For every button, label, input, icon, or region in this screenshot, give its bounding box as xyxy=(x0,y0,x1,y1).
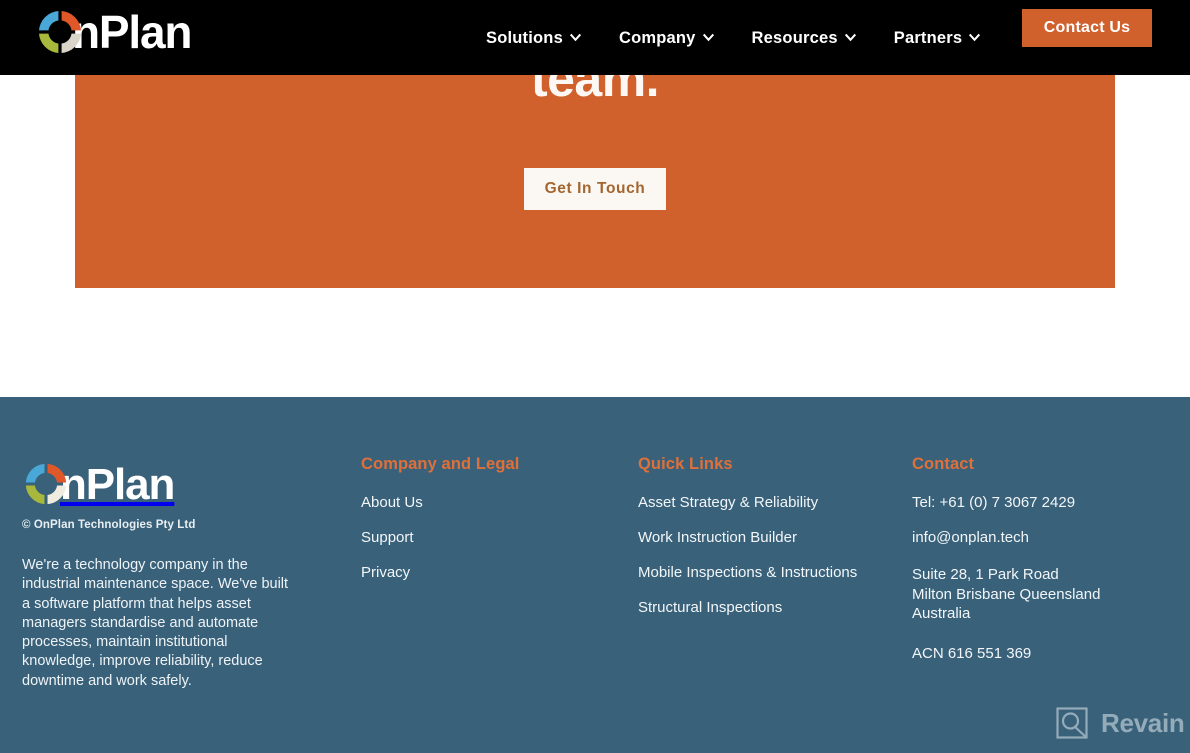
footer-column-quick-links: Quick Links Asset Strategy & Reliability… xyxy=(638,455,888,635)
footer-description: We're a technology company in the indust… xyxy=(22,557,289,689)
revain-logo-icon xyxy=(1055,706,1089,740)
footer-acn-number: ACN 616 551 369 xyxy=(912,644,1032,662)
page-root: nPlan Solutions Company Resources Partne… xyxy=(0,0,1190,753)
footer-column-title: Company and Legal xyxy=(361,455,520,473)
footer-link-support[interactable]: Support xyxy=(361,530,591,545)
nav-item-label: Partners xyxy=(893,29,963,48)
nav-item-label: Solutions xyxy=(486,29,563,48)
header-logo-wordmark: nPlan xyxy=(72,6,192,58)
footer-link-asset-strategy-reliability[interactable]: Asset Strategy & Reliability xyxy=(638,495,888,510)
chevron-down-icon xyxy=(569,32,581,43)
footer-column-contact: Contact Tel: +61 (0) 7 3067 2429 info@on… xyxy=(912,455,1152,683)
footer-column-company-and-legal: Company and Legal About Us Support Priva… xyxy=(361,455,591,600)
footer-column-title: Quick Links xyxy=(638,455,733,473)
footer-link-privacy[interactable]: Privacy xyxy=(361,565,591,580)
footer-postal-address: Suite 28, 1 Park Road Milton Brisbane Qu… xyxy=(912,566,1101,622)
revain-watermark: Revain xyxy=(1055,706,1185,740)
onplan-ring-logo-icon xyxy=(35,7,85,57)
footer-link-mobile-inspections-instructions[interactable]: Mobile Inspections & Instructions xyxy=(638,565,888,580)
chevron-down-icon xyxy=(844,32,856,43)
contact-us-button[interactable]: Contact Us xyxy=(1022,9,1152,47)
revain-watermark-label: Revain xyxy=(1101,708,1185,738)
nav-item-label: Resources xyxy=(751,29,838,48)
site-header: nPlan Solutions Company Resources Partne… xyxy=(0,0,1190,75)
nav-item-company[interactable]: Company xyxy=(619,28,714,47)
chevron-down-icon xyxy=(702,32,714,43)
onplan-ring-logo-icon xyxy=(22,460,72,510)
chevron-down-icon xyxy=(969,32,981,43)
footer-link-structural-inspections[interactable]: Structural Inspections xyxy=(638,600,888,615)
footer-phone-number[interactable]: Tel: +61 (0) 7 3067 2429 xyxy=(912,495,1152,510)
footer-logo[interactable]: nPlan xyxy=(22,460,195,510)
nav-item-resources[interactable]: Resources xyxy=(752,28,856,47)
footer-link-about-us[interactable]: About Us xyxy=(361,495,591,510)
copyright-text: © OnPlan Technologies Pty Ltd xyxy=(22,519,196,531)
footer-email-address[interactable]: info@onplan.tech xyxy=(912,530,1152,545)
nav-item-solutions[interactable]: Solutions xyxy=(486,28,581,47)
nav-item-label: Company xyxy=(618,29,696,48)
get-in-touch-button[interactable]: Get In Touch xyxy=(524,168,666,210)
content-spacer xyxy=(0,288,1190,397)
footer-column-title: Contact xyxy=(912,455,975,473)
footer-brand: nPlan © OnPlan Technologies Pty Ltd xyxy=(22,460,196,532)
footer-logo-wordmark: nPlan xyxy=(60,460,175,509)
header-logo[interactable]: nPlan xyxy=(35,6,192,58)
main-navigation: Solutions Company Resources Partners xyxy=(486,0,981,75)
footer-link-work-instruction-builder[interactable]: Work Instruction Builder xyxy=(638,530,888,545)
nav-item-partners[interactable]: Partners xyxy=(894,28,981,47)
